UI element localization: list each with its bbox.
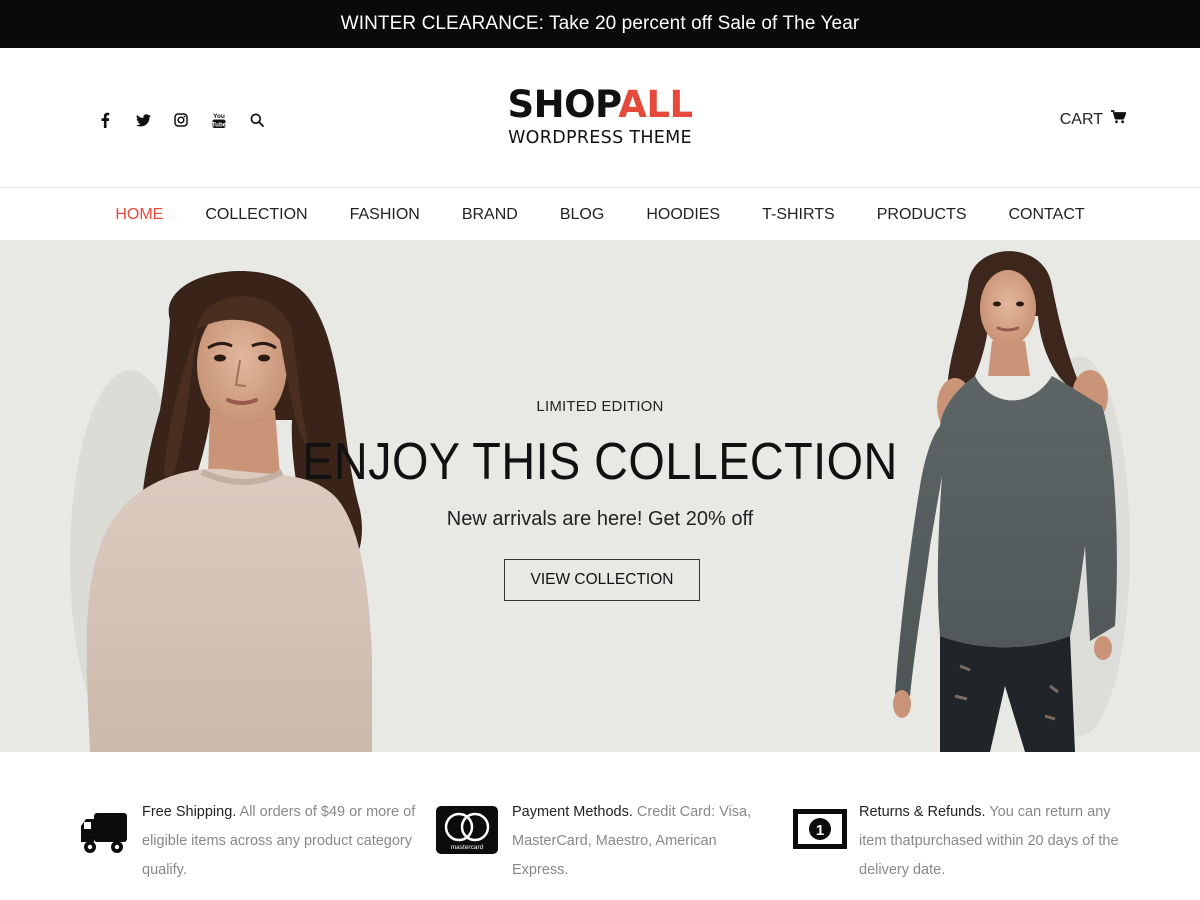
feature-line: delivery date. (859, 862, 946, 878)
logo-wordmark: SHOPALL (0, 84, 1200, 126)
nav-item-brand[interactable]: BRAND (462, 206, 518, 224)
site-logo[interactable]: SHOPALL WORDPRESS THEME (0, 84, 1200, 149)
hero-subtitle: New arrivals are here! Get 20% off (446, 508, 754, 530)
view-collection-button[interactable]: VIEW COLLECTION (504, 559, 700, 601)
feature-text: Payment Methods. Credit Card: Visa, Mast… (512, 798, 751, 885)
site-header: You Tube SHOPALL WORDPRESS THEME CART (0, 48, 1200, 188)
nav-item-contact[interactable]: CONTACT (1009, 206, 1085, 224)
feature-line: qualify. (142, 862, 187, 878)
feature-free-shipping: Free Shipping. All orders of $49 or more… (80, 804, 420, 885)
feature-line: You can return any (985, 804, 1111, 820)
promo-bar: WINTER CLEARANCE: Take 20 percent off Sa… (0, 0, 1200, 48)
main-nav: HOME COLLECTION FASHION BRAND BLOG HOODI… (0, 189, 1200, 240)
nav-item-fashion[interactable]: FASHION (350, 206, 420, 224)
feature-text: Free Shipping. All orders of $49 or more… (142, 798, 415, 885)
mastercard-icon: mastercard (436, 806, 512, 854)
feature-title: Returns & Refunds. (859, 804, 986, 820)
feature-returns-refunds: 1 Returns & Refunds. You can return any … (793, 804, 1133, 885)
nav-item-hoodies[interactable]: HOODIES (646, 206, 720, 224)
feature-title: Payment Methods. (512, 804, 633, 820)
nav-item-blog[interactable]: BLOG (560, 206, 604, 224)
hero-kicker: LIMITED EDITION (536, 398, 664, 415)
nav-item-home[interactable]: HOME (115, 206, 163, 224)
money-bill-icon: 1 (793, 806, 859, 854)
cart-label: CART (1059, 110, 1103, 128)
nav-item-collection[interactable]: COLLECTION (205, 206, 307, 224)
feature-line: MasterCard, Maestro, American (512, 833, 717, 849)
nav-item-t-shirts[interactable]: T-SHIRTS (762, 206, 835, 224)
cart-icon (1111, 110, 1127, 129)
logo-all: ALL (618, 83, 693, 126)
feature-line: All orders of $49 or more of (236, 804, 416, 820)
logo-shop: SHOP (507, 83, 619, 126)
hero-model-right-image (893, 251, 1130, 752)
promo-text: WINTER CLEARANCE: Take 20 percent off Sa… (340, 13, 860, 34)
feature-title: Free Shipping. (142, 804, 237, 820)
cart-link[interactable]: CART (1059, 110, 1127, 129)
features-section: Free Shipping. All orders of $49 or more… (0, 752, 1200, 900)
feature-payment-methods: mastercard Payment Methods. Credit Card:… (436, 804, 766, 885)
money-bill-icon-text: 1 (816, 822, 824, 839)
hero-model-left-image (70, 271, 373, 752)
feature-line: Express. (512, 862, 569, 878)
feature-line: eligible items across any product catego… (142, 833, 412, 849)
hero-slider: LIMITED EDITION ENJOY THIS COLLECTION Ne… (0, 240, 1200, 752)
truck-icon (80, 806, 142, 854)
mastercard-icon-text: mastercard (451, 844, 484, 851)
logo-tagline: WORDPRESS THEME (508, 128, 692, 148)
hero-title: ENJOY THIS COLLECTION (302, 433, 898, 491)
nav-item-products[interactable]: PRODUCTS (877, 206, 967, 224)
feature-text: Returns & Refunds. You can return any it… (859, 798, 1119, 885)
feature-line: Credit Card: Visa, (632, 804, 752, 820)
feature-line: item thatpurchased within 20 days of the (859, 833, 1119, 849)
